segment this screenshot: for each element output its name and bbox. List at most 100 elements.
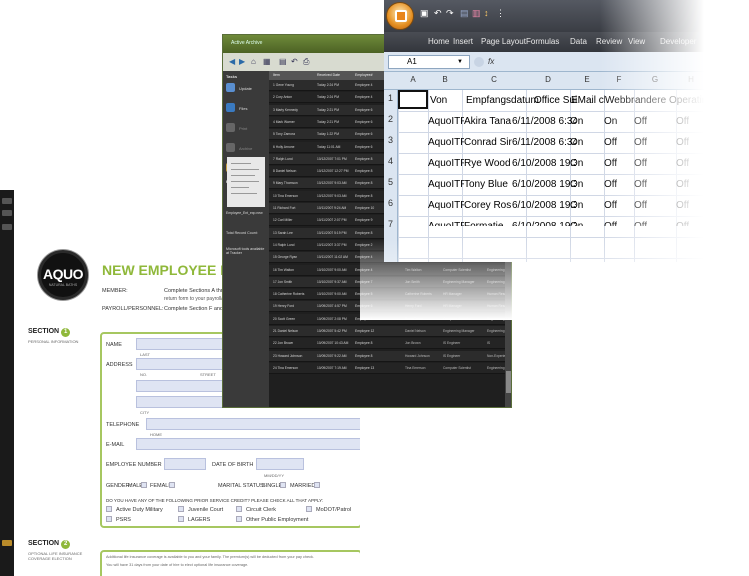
save-icon[interactable]: ▣: [420, 8, 429, 19]
sheet-cell[interactable]: AquoITFe: [428, 134, 464, 152]
active-cell[interactable]: [398, 90, 428, 109]
single-checkbox[interactable]: [280, 482, 286, 488]
side-item-archive[interactable]: Archive: [239, 146, 252, 151]
active-duty-checkbox[interactable]: [106, 506, 112, 512]
side-item-update[interactable]: Update: [239, 86, 252, 91]
sheet-cell[interactable]: Akira Tana: [464, 113, 512, 131]
male-checkbox[interactable]: [141, 482, 147, 488]
record-row[interactable]: 23 Howard Johnson 10/09/2007 9:22 AM Emplo…: [269, 350, 511, 362]
ribbon-tab[interactable]: Formulas: [526, 37, 559, 46]
row-header[interactable]: 2: [384, 114, 397, 124]
column-header-received[interactable]: Received Date: [317, 73, 340, 77]
print-side-icon[interactable]: [226, 123, 235, 132]
side-item-print[interactable]: Print: [239, 126, 247, 131]
sheet-cell[interactable]: 6/10/2008 19:34: [512, 176, 576, 194]
sheet-cell[interactable]: On: [570, 176, 583, 194]
sheet-cell[interactable]: AquoITFe: [428, 176, 464, 194]
email-field[interactable]: [136, 438, 360, 450]
name-box-dropdown-icon[interactable]: ▼: [457, 56, 463, 68]
sheet-cell[interactable]: 6/11/2008 6:34: [512, 113, 576, 131]
ribbon-tab[interactable]: Home: [428, 37, 449, 46]
undo-icon[interactable]: ↶: [434, 8, 442, 19]
column-header[interactable]: E: [570, 75, 604, 84]
toolbar-icon[interactable]: [2, 224, 12, 230]
sheet-cell[interactable]: 6/10/2008 19:34: [512, 218, 576, 226]
sheet-cell[interactable]: Conrad Sir: [464, 134, 512, 152]
telephone-field[interactable]: [146, 418, 360, 430]
sheet-cell[interactable]: Tony Blue: [464, 176, 512, 194]
sheet-cell[interactable]: 6/10/2008 19:34: [512, 197, 576, 215]
home-icon[interactable]: ⌂: [251, 57, 256, 66]
form-preview-thumbnail[interactable]: [227, 157, 265, 207]
column-header-item[interactable]: Item: [273, 73, 280, 77]
row-header[interactable]: 4: [384, 156, 397, 166]
customize-icon[interactable]: ⋮: [496, 8, 505, 19]
record-row[interactable]: 22 Jon Brown 10/09/2007 10:43 AM Employee …: [269, 338, 511, 350]
married-checkbox[interactable]: [314, 482, 320, 488]
sheet-cell[interactable]: 6/10/2008 19:34: [512, 155, 576, 173]
row-header[interactable]: 3: [384, 135, 397, 145]
lagers-checkbox[interactable]: [178, 516, 184, 522]
sort-icon[interactable]: ↕: [484, 8, 489, 18]
forward-icon[interactable]: ▶: [239, 57, 245, 66]
sheet-cell[interactable]: On: [570, 197, 583, 215]
side-item-files[interactable]: Files: [239, 106, 247, 111]
dob-field[interactable]: [256, 458, 304, 470]
sheet-cell[interactable]: 6/11/2008 6:34: [512, 134, 576, 152]
view-icon[interactable]: ▦: [263, 57, 271, 66]
column-header[interactable]: A: [398, 75, 428, 84]
archive-icon[interactable]: [226, 143, 235, 152]
redo-icon[interactable]: ↷: [446, 8, 454, 19]
sheet-cell[interactable]: Von: [430, 92, 447, 110]
modot-checkbox[interactable]: [306, 506, 312, 512]
ribbon-tab[interactable]: Insert: [453, 37, 473, 46]
sheet-cell[interactable]: On: [570, 113, 583, 131]
row-header[interactable]: 6: [384, 198, 397, 208]
column-header[interactable]: C: [462, 75, 526, 84]
sheet-cell[interactable]: Formatie: [464, 218, 512, 226]
format-icon[interactable]: ▤: [460, 8, 469, 19]
column-header[interactable]: D: [526, 75, 570, 84]
insert-function-icon[interactable]: fx: [488, 57, 494, 66]
toolbar-icon[interactable]: [2, 198, 12, 204]
row-header[interactable]: 1: [384, 93, 397, 103]
name-box[interactable]: A1 ▼: [388, 55, 470, 69]
employee-number-field[interactable]: [164, 458, 206, 470]
psrs-checkbox[interactable]: [106, 516, 112, 522]
scrollbar-thumb[interactable]: [506, 371, 511, 393]
chart-icon[interactable]: ▥: [472, 8, 481, 19]
toolbar-icon[interactable]: [2, 210, 12, 216]
office-button[interactable]: [386, 2, 414, 30]
column-header[interactable]: B: [428, 75, 462, 84]
sheet-cell[interactable]: Rye Wood: [464, 155, 512, 173]
sheet-cell[interactable]: AquoITFe: [428, 155, 464, 173]
circuit-clerk-checkbox[interactable]: [236, 506, 242, 512]
sheet-cell[interactable]: On: [570, 218, 583, 226]
row-header[interactable]: 7: [384, 219, 397, 229]
other-public-checkbox[interactable]: [236, 516, 242, 522]
female-checkbox[interactable]: [169, 482, 175, 488]
ribbon-tab[interactable]: Data: [570, 37, 587, 46]
sheet-cell[interactable]: On: [570, 155, 583, 173]
column-header-employee[interactable]: Employee#: [355, 73, 373, 77]
row-header[interactable]: 5: [384, 177, 397, 187]
record-row[interactable]: 24 Tina Emerson 10/09/2007 7:19 AM Employe…: [269, 362, 511, 374]
toolbar-icon[interactable]: [2, 540, 12, 546]
record-row[interactable]: 21 Daniel Nelson 10/09/2007 5:42 PM Employ…: [269, 326, 511, 337]
sheet-cell[interactable]: AquoITFe: [428, 218, 464, 226]
update-icon[interactable]: [226, 83, 235, 92]
back-icon[interactable]: ◀: [229, 57, 235, 66]
ribbon-tab[interactable]: Page Layout: [481, 37, 526, 46]
sheet-cell[interactable]: On: [570, 134, 583, 152]
sheet-cell[interactable]: AquoITFe: [428, 113, 464, 131]
sheet-cell[interactable]: Corey Ros: [464, 197, 512, 215]
undo-icon[interactable]: ↶: [291, 57, 298, 66]
formula-cancel-icon[interactable]: [474, 57, 484, 67]
files-icon[interactable]: [226, 103, 235, 112]
print-icon[interactable]: ⎙: [303, 57, 309, 67]
juvenile-court-checkbox[interactable]: [178, 506, 184, 512]
archive-title: Active Archive: [231, 40, 263, 46]
copy-icon[interactable]: ▤: [279, 57, 287, 66]
sheet-cell[interactable]: Empfangsdatum: [466, 92, 539, 110]
sheet-cell[interactable]: AquoITFe: [428, 197, 464, 215]
